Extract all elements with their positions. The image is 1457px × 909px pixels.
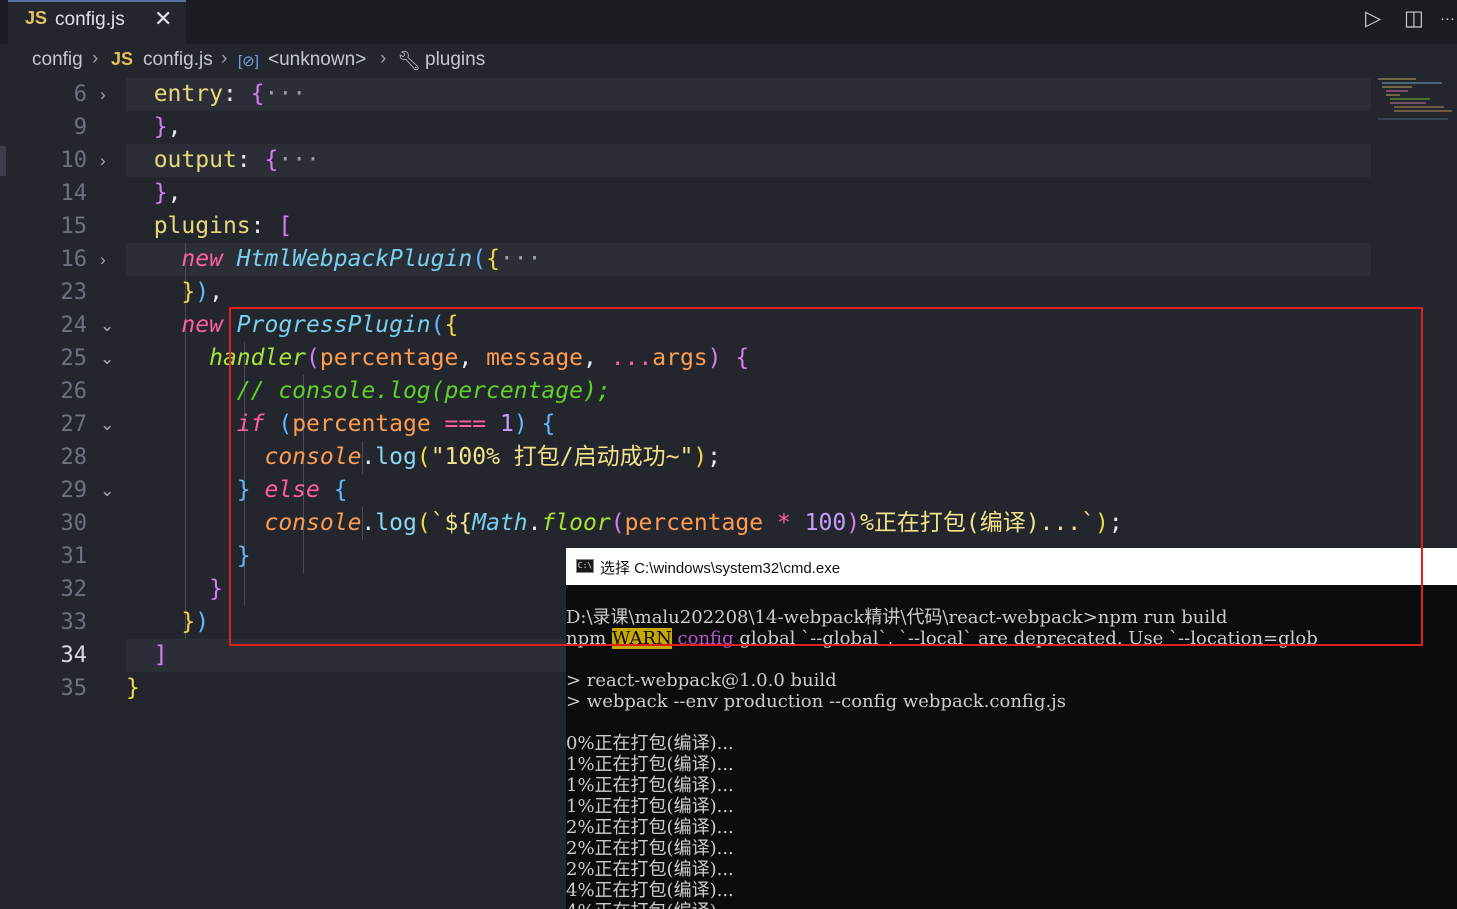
line-number: 27 <box>60 412 88 437</box>
cmd-script-line: > react-webpack@1.0.0 build <box>566 670 837 691</box>
js-file-icon: JS <box>111 49 134 69</box>
chevron-right-icon: › <box>92 48 99 69</box>
folded-region <box>126 78 1371 111</box>
breadcrumb-unknown[interactable]: <unknown> <box>268 49 366 71</box>
line-number: 26 <box>60 379 88 404</box>
line-number: 30 <box>60 511 88 536</box>
line-number: 29 <box>60 478 88 503</box>
cmd-progress-line: 2%正在打包(编译)... <box>566 817 734 838</box>
line-number: 25 <box>60 346 88 371</box>
fold-expand-icon[interactable]: › <box>100 144 106 177</box>
js-file-icon: JS <box>25 8 48 28</box>
split-editor-icon[interactable]: ◫ <box>1404 6 1424 31</box>
run-icon[interactable]: ▷ <box>1365 6 1381 31</box>
code-line: plugins: [ <box>153 213 293 239</box>
line-number: 6 <box>73 82 87 107</box>
line-number: 15 <box>60 214 88 239</box>
highlight-annotation-box <box>229 307 1423 646</box>
close-icon[interactable]: ✕ <box>154 6 172 32</box>
tab-label: config.js <box>55 9 125 30</box>
cmd-script-line: > webpack --env production --config webp… <box>566 691 1067 712</box>
chevron-right-icon: › <box>221 48 228 69</box>
line-number: 9 <box>73 115 87 140</box>
fold-collapse-icon[interactable]: ⌄ <box>100 474 114 507</box>
fold-expand-icon[interactable]: › <box>100 78 106 111</box>
chevron-right-icon: › <box>380 48 387 69</box>
cmd-progress-line: 1%正在打包(编译)... <box>566 775 734 796</box>
cmd-progress-line: 4%正在打包(编译)... <box>566 901 734 909</box>
variable-icon: [⊘] <box>238 53 259 70</box>
wrench-icon: 🔧︎ <box>397 51 422 72</box>
line-number: 10 <box>60 148 88 173</box>
code-line: }) <box>181 609 210 635</box>
code-line: output: {··· <box>153 147 320 173</box>
breadcrumb: config › JS config.js › [⊘] <unknown> › … <box>0 44 1457 78</box>
cmd-progress-line: 2%正在打包(编译)... <box>566 859 734 880</box>
cmd-progress-line: 0%正在打包(编译)... <box>566 733 734 754</box>
cmd-progress-line: 1%正在打包(编译)... <box>566 754 734 775</box>
code-line: }), <box>181 279 223 305</box>
more-actions-icon[interactable]: ··· <box>1440 10 1455 27</box>
code-line: new HtmlWebpackPlugin({··· <box>181 246 542 272</box>
line-number: 33 <box>60 610 88 635</box>
cmd-progress-line: 4%正在打包(编译)... <box>566 880 734 901</box>
line-number: 16 <box>60 247 88 272</box>
minimap[interactable] <box>1378 78 1453 128</box>
line-number: 28 <box>60 445 88 470</box>
line-number: 14 <box>60 181 88 206</box>
fold-collapse-icon[interactable]: ⌄ <box>100 342 114 375</box>
code-line: } <box>209 576 223 602</box>
code-line: ] <box>153 642 168 668</box>
line-number: 35 <box>60 676 88 701</box>
breadcrumb-folder[interactable]: config <box>32 49 83 71</box>
line-number: 23 <box>60 280 88 305</box>
code-line: entry: {··· <box>153 81 307 107</box>
breadcrumb-file[interactable]: config.js <box>143 49 213 71</box>
code-line: }, <box>153 180 182 206</box>
tab-config-js[interactable]: JS config.js ✕ <box>8 0 186 44</box>
fold-collapse-icon[interactable]: ⌄ <box>100 309 114 342</box>
line-number: 34 <box>60 643 88 668</box>
fold-expand-icon[interactable]: › <box>100 243 106 276</box>
cmd-progress-line: 1%正在打包(编译)... <box>566 796 734 817</box>
line-number: 24 <box>60 313 88 338</box>
code-line: } <box>126 675 140 701</box>
cmd-progress-line: 2%正在打包(编译)... <box>566 838 734 859</box>
line-number: 32 <box>60 577 88 602</box>
code-line: }, <box>153 114 182 140</box>
line-number: 31 <box>60 544 88 569</box>
breadcrumb-symbol[interactable]: plugins <box>425 49 485 71</box>
fold-collapse-icon[interactable]: ⌄ <box>100 408 114 441</box>
tab-bar: JS config.js ✕ ▷ ◫ ··· <box>0 0 1457 44</box>
